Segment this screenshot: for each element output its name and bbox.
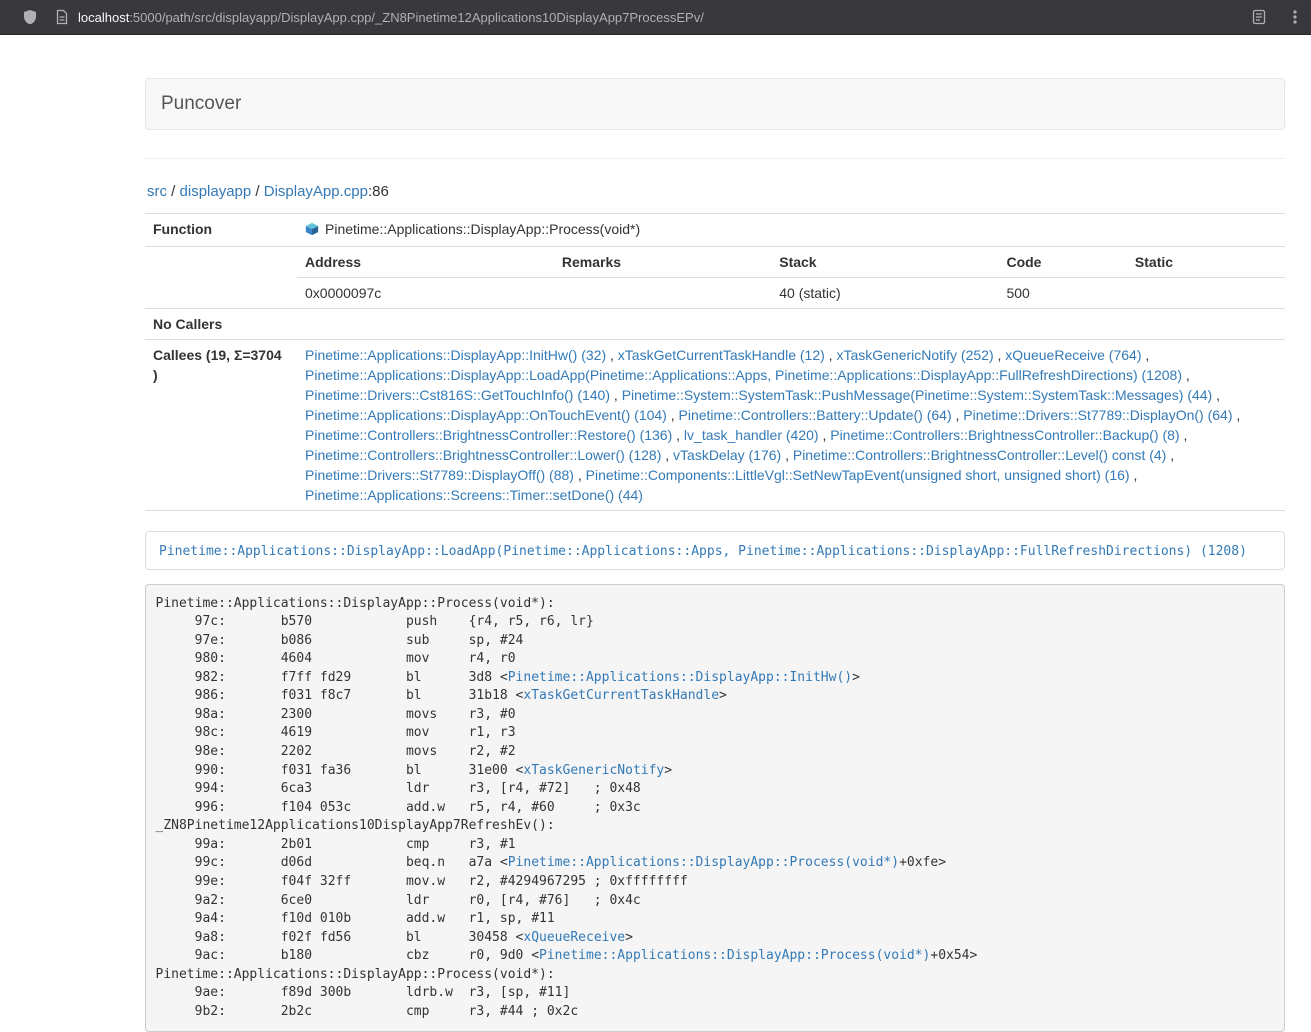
symbol-remarks [554, 278, 771, 309]
function-type-icon [305, 221, 319, 241]
callee-link[interactable]: Pinetime::Controllers::BrightnessControl… [305, 427, 672, 443]
symbol-header-cell: Pinetime::Applications::DisplayApp::Proc… [297, 214, 1285, 247]
disassembly-block: Pinetime::Applications::DisplayApp::Proc… [145, 584, 1285, 1032]
metrics-row: Address Remarks Stack Code Static 0x0000… [145, 247, 1285, 309]
callee-link[interactable]: lv_task_handler (420) [684, 427, 819, 443]
code-symbol-link[interactable]: Pinetime::Applications::DisplayApp::Proc… [508, 855, 899, 870]
column-remarks: Remarks [554, 247, 771, 278]
code-symbol-link[interactable]: Pinetime::Applications::DisplayApp::Init… [508, 670, 852, 685]
metrics-cell: Address Remarks Stack Code Static 0x0000… [297, 247, 1285, 309]
code-symbol-link[interactable]: xTaskGetCurrentTaskHandle [523, 688, 719, 703]
function-row: Function Pinetime::Applications::Display… [145, 214, 1285, 247]
callees-row: Callees (19, Σ=3704 ) Pinetime::Applicat… [145, 340, 1285, 511]
code-symbol-link[interactable]: xTaskGenericNotify [523, 763, 664, 778]
callee-link[interactable]: Pinetime::Drivers::St7789::DisplayOff() … [305, 467, 574, 483]
callee-link[interactable]: Pinetime::Applications::DisplayApp::Load… [305, 367, 1182, 383]
callers-row: No Callers [145, 309, 1285, 340]
column-address: Address [297, 247, 554, 278]
symbol-table: Function Pinetime::Applications::Display… [145, 213, 1285, 511]
callee-link[interactable]: xTaskGetCurrentTaskHandle (12) [618, 347, 825, 363]
breadcrumb-src-link[interactable]: src [147, 183, 167, 200]
callee-link[interactable]: Pinetime::Drivers::St7789::DisplayOn() (… [963, 407, 1232, 423]
callee-link[interactable]: vTaskDelay (176) [673, 447, 781, 463]
symbol-address: 0x0000097c [297, 278, 554, 309]
metrics-table: Address Remarks Stack Code Static 0x0000… [297, 247, 1285, 308]
tracking-protection-shield-icon[interactable] [22, 9, 38, 25]
callee-link[interactable]: Pinetime::Controllers::BrightnessControl… [830, 427, 1179, 443]
column-stack: Stack [771, 247, 998, 278]
breadcrumb-file-link[interactable]: DisplayApp.cpp [264, 183, 368, 200]
callees-list: Pinetime::Applications::DisplayApp::Init… [297, 340, 1285, 511]
browser-toolbar: localhost:5000/path/src/displayapp/Displ… [0, 0, 1311, 35]
breadcrumb-displayapp-link[interactable]: displayapp [180, 183, 252, 200]
url-path: :5000/path/src/displayapp/DisplayApp.cpp… [129, 10, 704, 25]
callers-cell [297, 309, 1285, 340]
no-callers-label: No Callers [145, 309, 297, 340]
callee-link[interactable]: Pinetime::Controllers::BrightnessControl… [305, 447, 661, 463]
callees-label: Callees (19, Σ=3704 ) [145, 340, 297, 511]
callee-link[interactable]: Pinetime::Applications::DisplayApp::OnTo… [305, 407, 667, 423]
menu-kebab-icon[interactable] [1293, 9, 1297, 25]
symbol-code-size: 500 [998, 278, 1126, 309]
divider [145, 158, 1285, 159]
symbol-stack: 40 (static) [771, 278, 998, 309]
metrics-header-row: Address Remarks Stack Code Static [297, 247, 1285, 278]
callee-link[interactable]: Pinetime::Components::LittleVgl::SetNewT… [586, 467, 1130, 483]
symbol-name: Pinetime::Applications::DisplayApp::Proc… [325, 221, 640, 237]
reader-view-icon[interactable] [1251, 9, 1267, 25]
callee-link[interactable]: Pinetime::Controllers::Battery::Update()… [679, 407, 952, 423]
callee-link[interactable]: xQueueReceive (764) [1005, 347, 1141, 363]
metrics-row-label [145, 247, 297, 309]
metrics-value-row: 0x0000097c 40 (static) 500 [297, 278, 1285, 309]
callee-link[interactable]: Pinetime::Controllers::BrightnessControl… [793, 447, 1166, 463]
page-icon[interactable] [55, 9, 69, 25]
column-code: Code [998, 247, 1126, 278]
symbol-static-size [1127, 278, 1285, 309]
callee-link[interactable]: Pinetime::Applications::DisplayApp::Init… [305, 347, 606, 363]
brand-link[interactable]: Puncover [146, 79, 256, 129]
function-label: Function [145, 214, 297, 247]
breadcrumb-separator: / [167, 183, 180, 200]
breadcrumb-separator: / [251, 183, 264, 200]
breadcrumb-line-number: :86 [368, 183, 389, 200]
related-symbol-panel: Pinetime::Applications::DisplayApp::Load… [145, 531, 1285, 570]
column-static: Static [1127, 247, 1285, 278]
callee-link[interactable]: xTaskGenericNotify (252) [836, 347, 993, 363]
callee-link[interactable]: Pinetime::Drivers::Cst816S::GetTouchInfo… [305, 387, 610, 403]
url-host: localhost [78, 10, 129, 25]
related-symbol-link[interactable]: Pinetime::Applications::DisplayApp::Load… [159, 544, 1247, 559]
code-symbol-link[interactable]: xQueueReceive [523, 930, 625, 945]
callee-link[interactable]: Pinetime::System::SystemTask::PushMessag… [622, 387, 1213, 403]
code-symbol-link[interactable]: Pinetime::Applications::DisplayApp::Proc… [539, 948, 930, 963]
page-container: Puncover src / displayapp / DisplayApp.c… [145, 78, 1285, 1032]
url-bar[interactable]: localhost:5000/path/src/displayapp/Displ… [78, 10, 1239, 25]
breadcrumb: src / displayapp / DisplayApp.cpp:86 [147, 183, 1285, 200]
callee-link[interactable]: Pinetime::Applications::Screens::Timer::… [305, 487, 643, 503]
app-navbar: Puncover [145, 78, 1285, 130]
